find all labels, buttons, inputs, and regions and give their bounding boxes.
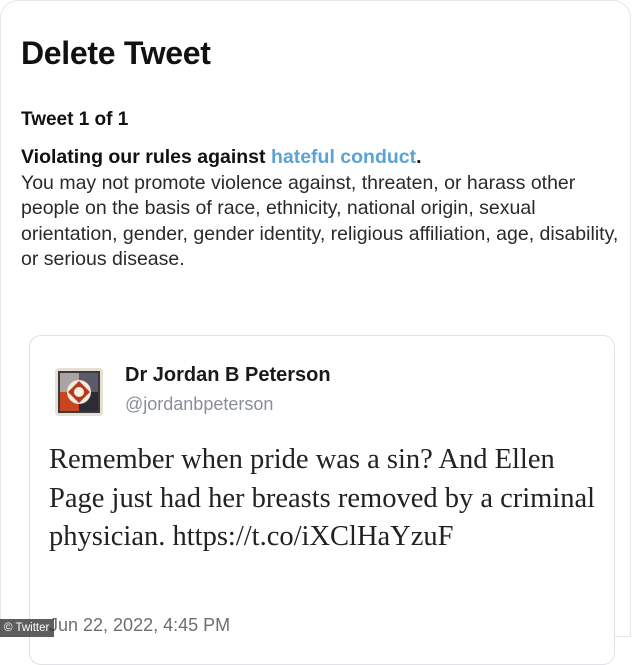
rule-heading-prefix: Violating our rules against xyxy=(21,146,271,168)
rule-heading: Violating our rules against hateful cond… xyxy=(21,145,621,171)
rule-description: You may not promote violence against, th… xyxy=(21,171,619,271)
page-title: Delete Tweet xyxy=(21,35,211,71)
profile-avatar-icon[interactable] xyxy=(55,368,103,416)
delete-tweet-card: Delete Tweet Tweet 1 of 1 Violating our … xyxy=(0,0,631,665)
tweet-text: Remember when pride was a sin? And Ellen… xyxy=(49,444,596,552)
image-credit: © Twitter xyxy=(0,619,55,637)
hateful-conduct-link[interactable]: hateful conduct xyxy=(271,146,416,168)
rule-heading-suffix: . xyxy=(416,146,422,168)
tweet-author-name[interactable]: Dr Jordan B Peterson xyxy=(125,364,331,387)
rule-violation: Violating our rules against hateful cond… xyxy=(21,145,621,273)
tweet-timestamp[interactable]: Jun 22, 2022, 4:45 PM xyxy=(49,615,230,636)
tweet-counter: Tweet 1 of 1 xyxy=(21,109,129,130)
tweet-author-handle[interactable]: @jordanbpeterson xyxy=(125,394,273,415)
